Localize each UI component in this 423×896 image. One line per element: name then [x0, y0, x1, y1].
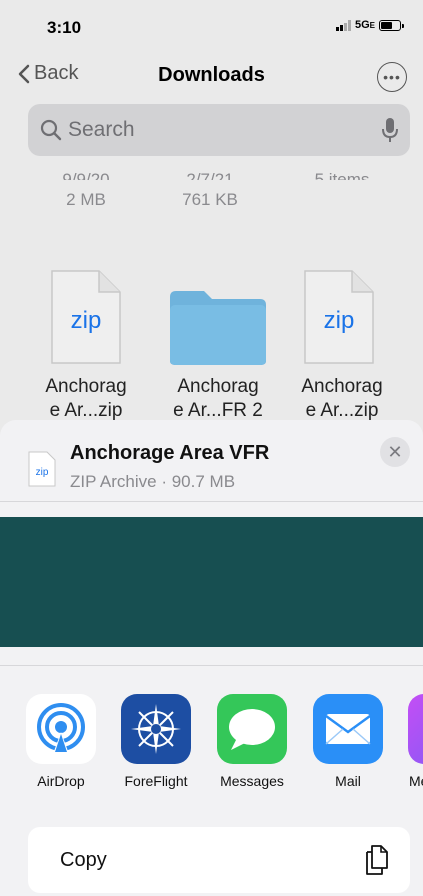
foreflight-icon — [121, 694, 191, 764]
svg-text:zip: zip — [36, 467, 49, 478]
search-icon — [40, 119, 62, 141]
share-file-subtitle: ZIP Archive · 90.7 MB — [70, 472, 236, 491]
copy-button[interactable]: Copy — [28, 827, 410, 893]
airdrop-icon — [26, 694, 96, 764]
file-date: 9/9/20 — [62, 170, 110, 180]
app-label: Me — [409, 773, 423, 789]
more-apps-icon — [408, 694, 423, 764]
file-date: 5 items — [314, 170, 370, 180]
file-size: 2 MB — [66, 190, 106, 209]
zip-file-icon: zip — [28, 451, 56, 487]
ellipsis-icon: ••• — [383, 69, 401, 85]
file-name[interactable]: Anchorag e Ar...zip — [26, 375, 146, 421]
app-mail[interactable]: Mail — [312, 694, 384, 789]
network-label: 5GE — [354, 19, 375, 31]
battery-icon — [379, 19, 404, 31]
status-indicators: 5GE — [335, 19, 404, 31]
mail-icon — [313, 694, 383, 764]
back-label: Back — [34, 62, 79, 84]
close-button[interactable]: ✕ — [380, 437, 410, 467]
divider — [0, 665, 423, 666]
svg-text:zip: zip — [71, 307, 102, 334]
svg-text:zip: zip — [324, 307, 355, 334]
app-label: ForeFlight — [124, 773, 188, 789]
copy-label: Copy — [60, 848, 107, 871]
folder-icon[interactable] — [168, 289, 268, 372]
chevron-left-icon — [18, 64, 30, 83]
app-messages[interactable]: Messages — [216, 694, 288, 789]
app-more[interactable]: Me — [408, 694, 423, 804]
status-time: 3:10 — [47, 18, 82, 37]
microphone-icon[interactable] — [382, 117, 398, 143]
search-bar[interactable]: Search — [28, 104, 410, 156]
file-name[interactable]: Anchorag e Ar...FR 2 — [158, 375, 278, 421]
divider — [0, 501, 423, 502]
app-label: Mail — [335, 773, 361, 789]
app-label: Messages — [220, 773, 284, 789]
app-label: AirDrop — [37, 773, 85, 789]
zip-file-icon[interactable]: zip — [304, 270, 374, 369]
back-button[interactable]: Back — [18, 62, 78, 85]
signal-icon — [335, 19, 351, 31]
search-input[interactable]: Search — [68, 118, 382, 142]
app-foreflight[interactable]: ForeFlight — [120, 694, 192, 789]
more-options-button[interactable]: ••• — [377, 62, 407, 92]
close-icon: ✕ — [387, 441, 403, 462]
share-file-title: Anchorage Area VFR — [70, 442, 270, 464]
messages-icon — [217, 694, 287, 764]
suggestion-banner[interactable] — [0, 517, 423, 647]
file-date: 2/7/21 — [186, 170, 234, 180]
copy-icon — [366, 845, 388, 875]
file-size: 761 KB — [182, 190, 238, 209]
app-airdrop[interactable]: AirDrop — [25, 694, 97, 789]
file-name[interactable]: Anchorag e Ar...zip — [282, 375, 402, 421]
zip-file-icon[interactable]: zip — [51, 270, 121, 369]
